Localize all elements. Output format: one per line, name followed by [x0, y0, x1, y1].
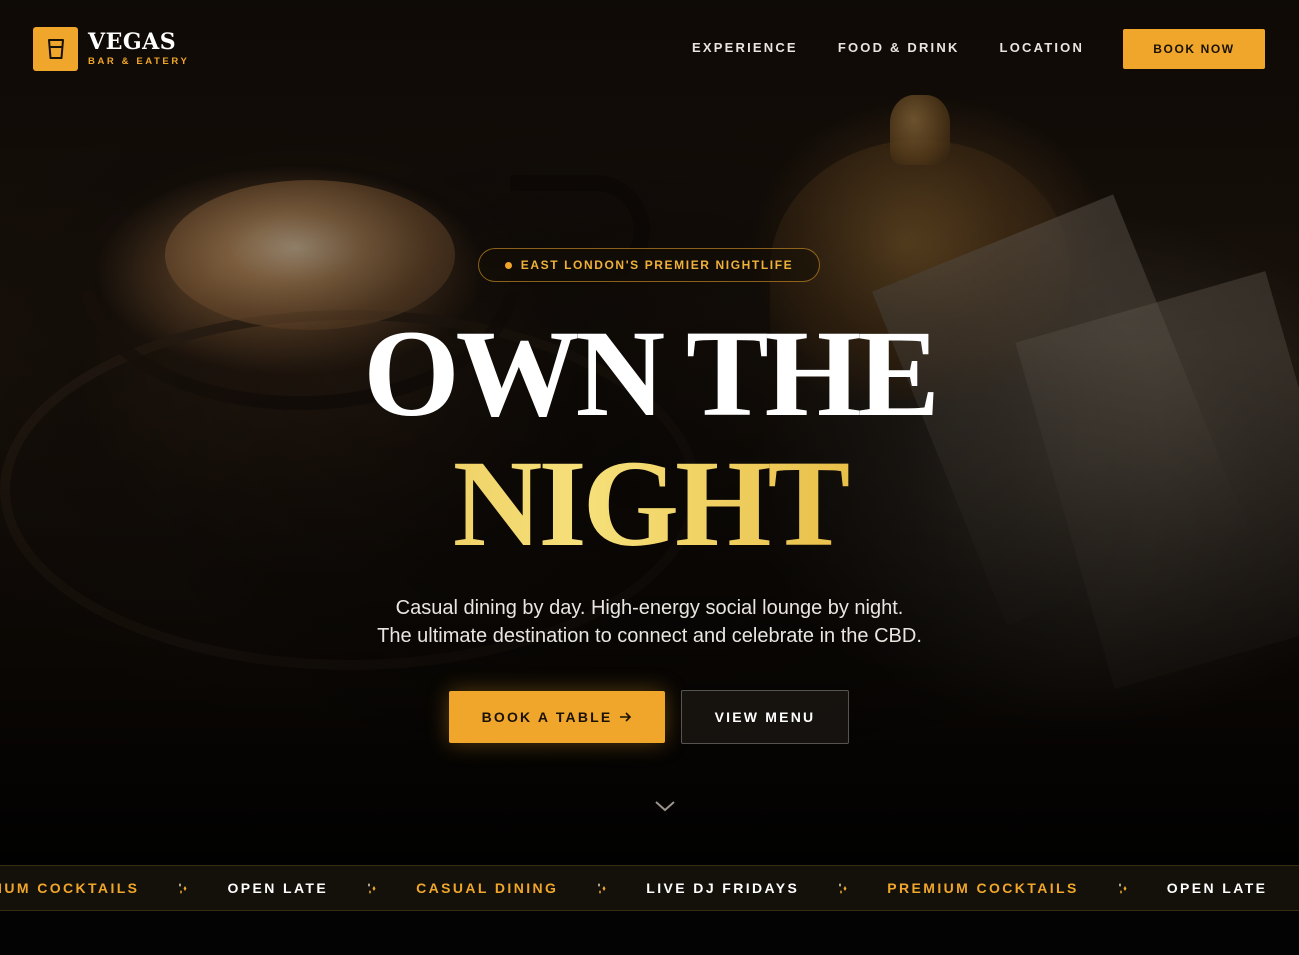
- brand-wordmark: VEGAS BAR & EATERY: [88, 31, 189, 67]
- dot-icon: [504, 261, 512, 269]
- sparkle-icon: [837, 882, 849, 894]
- brand-logo-link[interactable]: VEGAS BAR & EATERY: [33, 27, 189, 71]
- eyebrow-text: EAST LONDON'S PREMIER NIGHTLIFE: [520, 258, 794, 272]
- site-header: VEGAS BAR & EATERY EXPERIENCE FOOD & DRI…: [0, 0, 1299, 96]
- marquee-item: CASUAL DINING: [416, 880, 559, 896]
- main-nav: EXPERIENCE FOOD & DRINK LOCATION: [692, 41, 1084, 55]
- feature-marquee: PREMIUM COCKTAILS OPEN LATE CASUAL DINING L…: [0, 865, 1299, 911]
- arrow-right-icon: [620, 709, 632, 726]
- hero-tagline-line-2: The ultimate destination to connect and …: [377, 625, 922, 647]
- marquee-item: PREMIUM COCKTAILS: [0, 880, 140, 896]
- brand-subtitle: BAR & EATERY: [88, 56, 190, 67]
- page: VEGAS BAR & EATERY EXPERIENCE FOOD & DRI…: [0, 0, 1299, 955]
- sparkle-icon: [366, 882, 378, 894]
- marquee-item: OPEN LATE: [1166, 880, 1268, 896]
- sparkle-icon: [1117, 882, 1129, 894]
- next-section-edge: [0, 911, 1299, 955]
- nav-item-food-drink[interactable]: FOOD & DRINK: [838, 41, 960, 55]
- book-a-table-button[interactable]: BOOK A TABLE: [449, 691, 665, 743]
- brand-name: VEGAS: [88, 29, 177, 55]
- marquee-item: OPEN LATE: [227, 880, 329, 896]
- glass-icon: [33, 27, 78, 71]
- eyebrow-badge: EAST LONDON'S PREMIER NIGHTLIFE: [478, 248, 820, 282]
- hero-headline-line-1: OWN THE: [363, 305, 940, 442]
- book-now-button[interactable]: BOOK NOW: [1123, 29, 1265, 69]
- hero-tagline-line-1: Casual dining by day. High-energy social…: [395, 597, 904, 619]
- marquee-item: LIVE DJ FRIDAYS: [646, 880, 800, 896]
- hero-headline-line-2: NIGHT: [0, 442, 1299, 566]
- nav-item-location[interactable]: LOCATION: [1000, 41, 1085, 55]
- view-menu-button[interactable]: VIEW MENU: [681, 690, 849, 744]
- marquee-item: PREMIUM COCKTAILS: [887, 880, 1079, 896]
- sparkle-icon: [596, 882, 608, 894]
- nav-item-experience[interactable]: EXPERIENCE: [692, 41, 798, 55]
- sparkle-icon: [177, 882, 189, 894]
- chevron-down-icon[interactable]: [652, 797, 678, 815]
- marquee-track: PREMIUM COCKTAILS OPEN LATE CASUAL DINING L…: [0, 866, 1299, 910]
- book-a-table-label: BOOK A TABLE: [481, 709, 613, 725]
